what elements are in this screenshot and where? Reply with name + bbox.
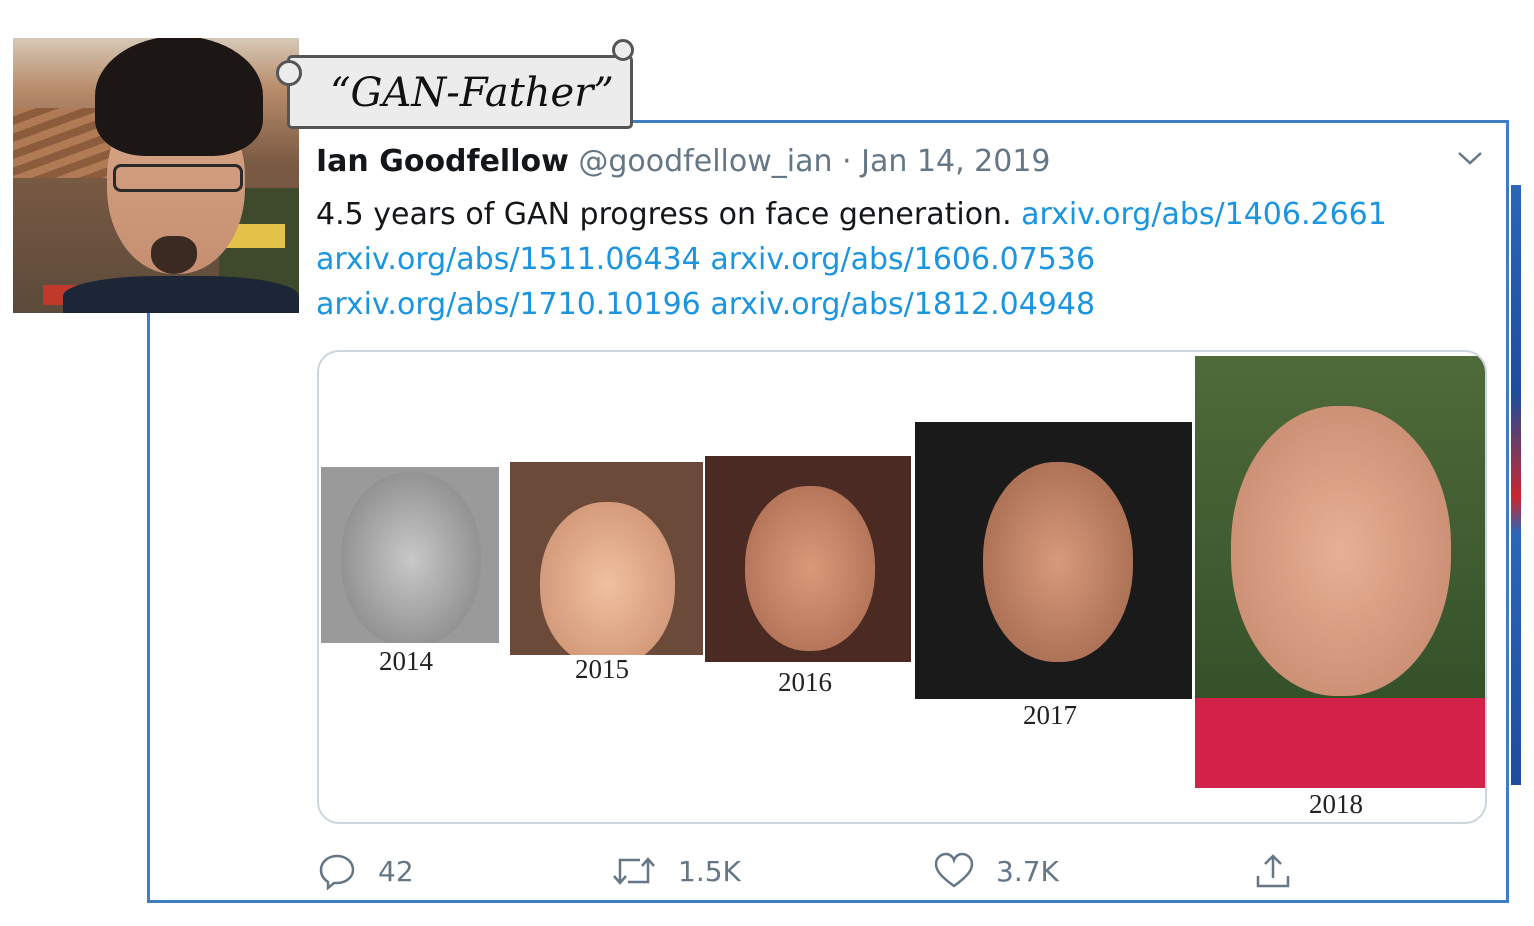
year-label-2015: 2015 bbox=[575, 654, 629, 684]
author-name[interactable]: Ian Goodfellow bbox=[316, 144, 569, 179]
year-label-2014: 2014 bbox=[379, 646, 433, 676]
retweet-button[interactable]: 1.5K bbox=[612, 852, 741, 890]
face-image-2018 bbox=[1195, 356, 1485, 788]
retweet-icon bbox=[613, 857, 655, 885]
banner-text: “GAN-Father” bbox=[330, 70, 614, 116]
like-button[interactable]: 3.7K bbox=[934, 852, 1059, 890]
scroll-curl-left bbox=[276, 60, 302, 86]
link-1[interactable]: arxiv.org/abs/1406.2661 bbox=[1021, 197, 1387, 232]
face-image-2017 bbox=[915, 422, 1192, 699]
year-label-2016: 2016 bbox=[778, 667, 832, 697]
reply-button[interactable]: 42 bbox=[318, 852, 414, 890]
chevron-down-icon[interactable] bbox=[1455, 148, 1485, 168]
link-3[interactable]: arxiv.org/abs/1606.07536 bbox=[710, 242, 1095, 277]
face-image-2016 bbox=[705, 456, 911, 662]
tweet-date[interactable]: Jan 14, 2019 bbox=[861, 144, 1050, 179]
reply-count: 42 bbox=[378, 854, 414, 888]
author-photo bbox=[13, 38, 299, 313]
retweet-count: 1.5K bbox=[678, 854, 741, 888]
year-label-2017: 2017 bbox=[1023, 700, 1077, 730]
year-label-2018: 2018 bbox=[1309, 789, 1363, 819]
author-handle[interactable]: @goodfellow_ian bbox=[578, 144, 832, 179]
scroll-curl-right bbox=[612, 39, 634, 61]
separator: · bbox=[842, 144, 852, 179]
share-button[interactable] bbox=[1254, 852, 1314, 890]
tweet-text: 4.5 years of GAN progress on face genera… bbox=[316, 192, 1387, 327]
tweet-header: Ian Goodfellow @goodfellow_ian · Jan 14,… bbox=[316, 144, 1051, 179]
link-4[interactable]: arxiv.org/abs/1710.10196 bbox=[316, 287, 701, 322]
tweet-text-main: 4.5 years of GAN progress on face genera… bbox=[316, 197, 1012, 232]
tweet-media[interactable]: 2014 2015 2016 2017 2018 bbox=[317, 350, 1487, 824]
nickname-banner: “GAN-Father” bbox=[276, 39, 634, 129]
heart-icon bbox=[934, 852, 974, 888]
share-icon bbox=[1256, 854, 1290, 888]
like-count: 3.7K bbox=[996, 854, 1059, 888]
link-2[interactable]: arxiv.org/abs/1511.06434 bbox=[316, 242, 701, 277]
face-image-2015 bbox=[510, 462, 703, 655]
reply-icon bbox=[319, 854, 355, 890]
background-strip bbox=[1511, 185, 1521, 785]
link-5[interactable]: arxiv.org/abs/1812.04948 bbox=[710, 287, 1095, 322]
face-image-2014 bbox=[321, 467, 499, 643]
